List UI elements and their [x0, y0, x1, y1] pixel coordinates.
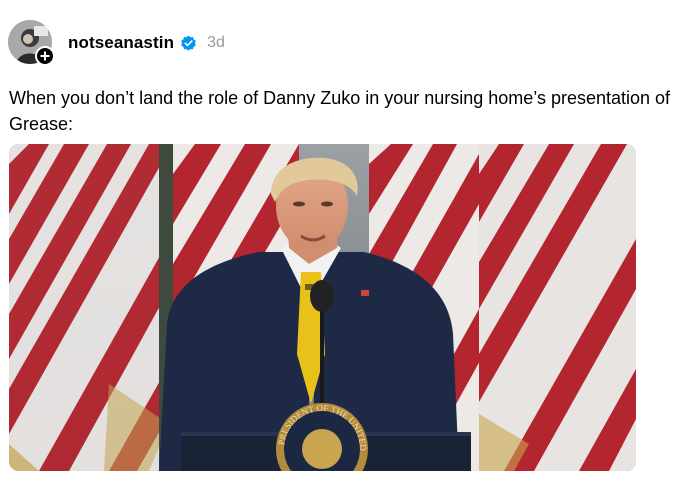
video-frame-image: PRESIDENT OF THE UNITED — [9, 144, 636, 471]
avatar-container[interactable] — [8, 20, 55, 66]
post-media-video[interactable]: PRESIDENT OF THE UNITED — [9, 144, 636, 471]
plus-icon — [40, 51, 50, 61]
verified-badge-icon — [181, 35, 196, 51]
follow-plus-button[interactable] — [35, 46, 55, 66]
post-timestamp[interactable]: 3d — [207, 34, 225, 52]
username-link[interactable]: notseanastin — [68, 33, 174, 53]
right-flag — [479, 144, 636, 471]
left-flag — [9, 144, 169, 471]
post-header: notseanastin 3d — [68, 32, 225, 54]
post-caption: When you don’t land the role of Danny Zu… — [9, 88, 671, 134]
